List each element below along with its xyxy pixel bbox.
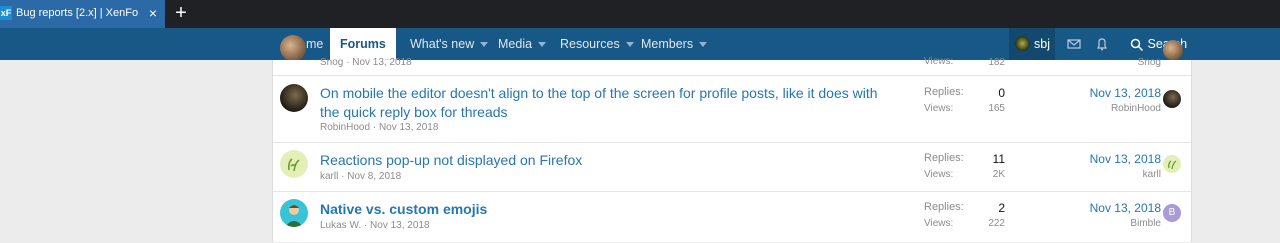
views-count: 182	[988, 57, 1005, 68]
thread-row: Snog · Nov 13, 2018 Views: 182 Snog	[273, 50, 1191, 75]
browser-tab[interactable]: xF Bug reports [2.x] | XenForo co ×	[0, 0, 165, 28]
close-tab-icon[interactable]: ×	[146, 5, 160, 21]
thread-list: Snog · Nov 13, 2018 Views: 182 Snog On m…	[272, 56, 1192, 243]
thread-meta[interactable]: Snog · Nov 13, 2018	[320, 57, 412, 68]
last-poster-avatar[interactable]	[1163, 90, 1181, 108]
thread-row: Native vs. custom emojis Lukas W. · Nov …	[273, 191, 1191, 243]
chevron-down-icon	[625, 42, 634, 48]
thread-date[interactable]: Nov 8, 2018	[347, 171, 401, 182]
last-post-date[interactable]: Nov 13, 2018	[1033, 201, 1161, 215]
author-avatar[interactable]	[280, 199, 308, 227]
thread-meta: Lukas W. · Nov 13, 2018	[320, 220, 430, 231]
thread-row: On mobile the editor doesn't align to th…	[273, 75, 1191, 142]
thread-date[interactable]: Nov 13, 2018	[379, 122, 439, 133]
last-poster[interactable]: karll	[1033, 169, 1161, 180]
replies-count: 11	[992, 152, 1005, 166]
thread-title-link[interactable]: Native vs. custom emojis	[320, 200, 487, 219]
nav-label: Members	[641, 37, 694, 51]
thread-date[interactable]: Nov 13, 2018	[370, 220, 430, 231]
new-tab-button[interactable]: +	[172, 2, 190, 24]
last-post-date[interactable]: Nov 13, 2018	[1033, 86, 1161, 100]
thread-author[interactable]: karll	[320, 171, 338, 182]
views-count: 222	[988, 218, 1005, 229]
last-poster-avatar[interactable]: B	[1163, 204, 1181, 222]
nav-label: Resources	[560, 37, 620, 51]
thread-meta: karll · Nov 8, 2018	[320, 171, 402, 182]
thread-row: Reactions pop-up not displayed on Firefo…	[273, 142, 1191, 191]
plant-icon	[1168, 160, 1177, 170]
tab-title: Bug reports [2.x] | XenForo co	[16, 7, 138, 19]
last-poster[interactable]: Snog	[1033, 57, 1161, 68]
last-poster[interactable]: RobinHood	[1033, 103, 1161, 114]
replies-count: 2	[998, 201, 1005, 215]
thread-title-link[interactable]: On mobile the editor doesn't align to th…	[320, 84, 900, 122]
browser-tab-bar: xF Bug reports [2.x] | XenForo co × +	[0, 0, 1280, 28]
last-poster-avatar[interactable]	[1163, 155, 1181, 173]
plant-icon	[288, 158, 300, 172]
thread-title-link[interactable]: Reactions pop-up not displayed on Firefo…	[320, 151, 582, 170]
user-avatar	[1015, 36, 1030, 51]
author-avatar[interactable]	[280, 84, 308, 112]
views-count: 165	[988, 103, 1005, 114]
xenforo-favicon-icon: xF	[0, 6, 12, 20]
last-post-date[interactable]: Nov 13, 2018	[1033, 152, 1161, 166]
nav-forums-label: Forums	[340, 37, 386, 51]
author-avatar[interactable]	[280, 150, 308, 178]
thread-author[interactable]: Lukas W.	[320, 220, 361, 231]
thread-meta: RobinHood · Nov 13, 2018	[320, 122, 439, 133]
views-count: 2K	[992, 169, 1005, 180]
avatar-letter: B	[1168, 207, 1176, 218]
chevron-down-icon	[538, 42, 547, 48]
thread-author[interactable]: RobinHood	[320, 122, 370, 133]
nav-label: Media	[498, 37, 533, 51]
replies-count: 0	[998, 86, 1005, 100]
last-poster[interactable]: Bimble	[1033, 218, 1161, 229]
chevron-down-icon	[699, 42, 708, 48]
person-icon	[285, 205, 303, 227]
nav-label: What's new	[410, 37, 475, 51]
chevron-down-icon	[480, 42, 489, 48]
